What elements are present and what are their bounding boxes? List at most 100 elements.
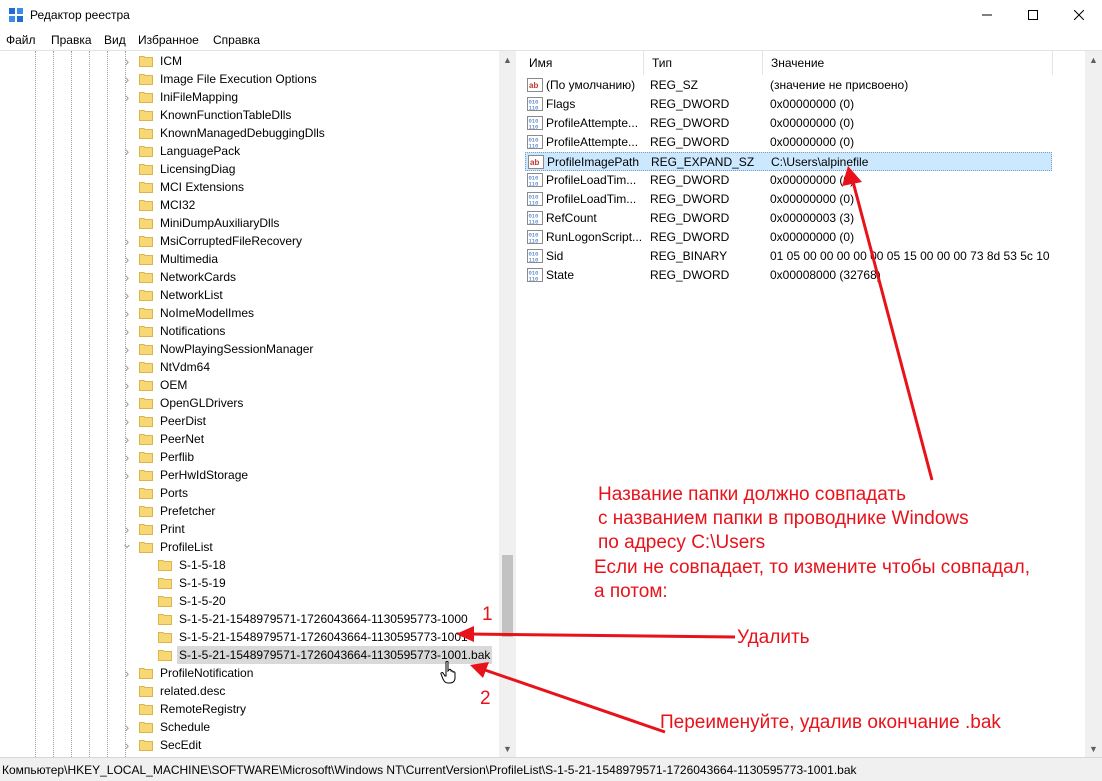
scroll-down-icon[interactable]: ▼ [1085,740,1102,757]
tree-item[interactable]: › SecEdit [121,736,203,754]
tree-item[interactable]: › Schedule [121,718,212,736]
tree-item[interactable]: › PerHwIdStorage [121,466,250,484]
tree-item[interactable]: › ProfileNotification [121,664,255,682]
menu-edit[interactable]: Правка [51,33,92,47]
chevron-right-icon[interactable]: › [121,358,133,376]
value-row[interactable]: 010 110 ProfileLoadTim... REG_DWORD 0x000000… [525,171,1052,190]
tree-item[interactable]: S-1-5-21-1548979571-1726043664-113059577… [140,610,470,628]
tree-item[interactable]: › NowPlayingSessionManager [121,340,315,358]
value-row[interactable]: 010 110 ProfileLoadTim... REG_DWORD 0x000000… [525,190,1052,209]
chevron-right-icon[interactable]: › [121,52,133,70]
value-row[interactable]: ab (По умолчанию) REG_SZ (значение не присв… [525,76,1052,95]
tree-item[interactable]: › OEM [121,376,189,394]
column-name-header[interactable]: Имя [521,51,644,75]
chevron-right-icon[interactable]: › [121,322,133,340]
tree-item[interactable]: › OpenGLDrivers [121,394,245,412]
close-button[interactable] [1056,0,1102,30]
tree-item[interactable]: S-1-5-20 [140,592,228,610]
tree-item[interactable]: › IniFileMapping [121,88,240,106]
tree-item[interactable]: KnownManagedDebuggingDlls [121,124,327,142]
value-row[interactable]: 010 110 Sid REG_BINARY 01 05 00 00 00 00 00 … [525,247,1052,266]
chevron-right-icon[interactable]: › [121,448,133,466]
chevron-right-icon[interactable]: › [121,736,133,754]
values-list[interactable]: Имя Тип Значение ab (По умолчанию) REG_SZ (… [521,51,1102,757]
chevron-right-icon[interactable]: › [121,88,133,106]
tree-scrollbar[interactable]: ▲ ▼ [499,51,516,757]
value-name: Sid [546,249,564,263]
scroll-up-icon[interactable]: ▲ [1085,51,1102,68]
scroll-thumb[interactable] [502,555,513,637]
tree-item[interactable]: › Notifications [121,322,227,340]
tree-item-label: Image File Execution Options [160,72,317,86]
chevron-right-icon[interactable]: › [121,430,133,448]
chevron-right-icon[interactable]: › [121,142,133,160]
menu-help[interactable]: Справка [213,33,260,47]
tree-item[interactable]: ⌄ ProfileList [121,535,215,556]
menu-file[interactable]: Файл [6,33,36,47]
tree-item[interactable]: › Image File Execution Options [121,70,319,88]
tree-item[interactable]: › NetworkList [121,286,225,304]
scroll-up-icon[interactable]: ▲ [499,51,516,68]
value-row[interactable]: 010 110 RefCount REG_DWORD 0x00000003 (3) [525,209,1052,228]
maximize-button[interactable] [1010,0,1056,30]
minimize-button[interactable] [964,0,1010,30]
chevron-right-icon[interactable]: › [121,466,133,484]
value-row[interactable]: 010 110 ProfileAttempte... REG_DWORD 0x00000… [525,114,1052,133]
value-row[interactable]: 010 110 RunLogonScript... REG_DWORD 0x000000… [525,228,1052,247]
chevron-right-icon[interactable]: › [121,376,133,394]
chevron-right-icon[interactable]: › [121,304,133,322]
column-type-header[interactable]: Тип [644,51,763,75]
tree-item[interactable]: S-1-5-19 [140,574,228,592]
tree-item[interactable]: MCI Extensions [121,178,246,196]
binary-value-icon: 010110 [527,173,543,187]
value-row[interactable]: 010 110 Flags REG_DWORD 0x00000000 (0) [525,95,1052,114]
chevron-right-icon[interactable]: › [121,286,133,304]
tree-item-label: S-1-5-19 [179,576,226,590]
tree-item[interactable]: Prefetcher [121,502,217,520]
chevron-right-icon[interactable]: › [121,394,133,412]
values-scrollbar[interactable]: ▲ ▼ [1085,51,1102,757]
chevron-right-icon[interactable]: › [121,268,133,286]
value-row[interactable]: 010 110 ProfileAttempte... REG_DWORD 0x00000… [525,133,1052,152]
tree-item[interactable]: › LanguagePack [121,142,242,160]
value-row[interactable]: 010 110 State REG_DWORD 0x00008000 (32768) [525,266,1052,285]
annotation-note-line-1: Название папки должно совпадать [598,484,906,505]
chevron-down-icon[interactable]: ⌄ [121,535,133,553]
tree-item[interactable]: KnownFunctionTableDlls [121,106,293,124]
chevron-right-icon[interactable]: › [121,70,133,88]
tree-item[interactable]: › Multimedia [121,250,220,268]
tree-item[interactable]: › Perflib [121,448,196,466]
tree-item-label: KnownFunctionTableDlls [160,108,292,122]
tree-item[interactable]: › ICM [121,52,184,70]
tree-item[interactable]: S-1-5-18 [140,556,228,574]
tree-item[interactable]: MCI32 [121,196,197,214]
column-value-header[interactable]: Значение [763,51,1053,75]
menu-favorites[interactable]: Избранное [138,33,199,47]
scroll-down-icon[interactable]: ▼ [499,740,516,757]
binary-value-icon: 010110 [527,135,543,149]
chevron-right-icon[interactable]: › [121,340,133,358]
tree-item[interactable]: › NetworkCards [121,268,238,286]
chevron-right-icon[interactable]: › [121,718,133,736]
value-row[interactable]: ab ProfileImagePath REG_EXPAND_SZ C:\Users\… [525,152,1052,171]
tree-item[interactable]: › MsiCorruptedFileRecovery [121,232,304,250]
chevron-right-icon[interactable]: › [121,250,133,268]
chevron-right-icon[interactable]: › [121,664,133,682]
svg-text:110: 110 [529,181,539,188]
tree-item[interactable]: RemoteRegistry [121,700,248,718]
tree-item[interactable]: › NtVdm64 [121,358,212,376]
chevron-right-icon[interactable]: › [121,412,133,430]
tree-item[interactable]: S-1-5-21-1548979571-1726043664-113059577… [140,628,470,646]
tree-item[interactable]: › NoImeModelImes [121,304,256,322]
tree-item[interactable]: related.desc [121,682,227,700]
tree-item[interactable]: Ports [121,484,190,502]
tree-item[interactable]: MiniDumpAuxiliaryDlls [121,214,281,232]
tree-item[interactable]: LicensingDiag [121,160,237,178]
chevron-right-icon[interactable]: › [121,232,133,250]
registry-tree[interactable]: › ICM › Image File Execution Options › IniFil… [0,51,516,757]
menu-view[interactable]: Вид [104,33,126,47]
tree-item[interactable]: › PeerNet [121,430,206,448]
folder-icon [139,326,153,337]
tree-item[interactable]: › PeerDist [121,412,208,430]
